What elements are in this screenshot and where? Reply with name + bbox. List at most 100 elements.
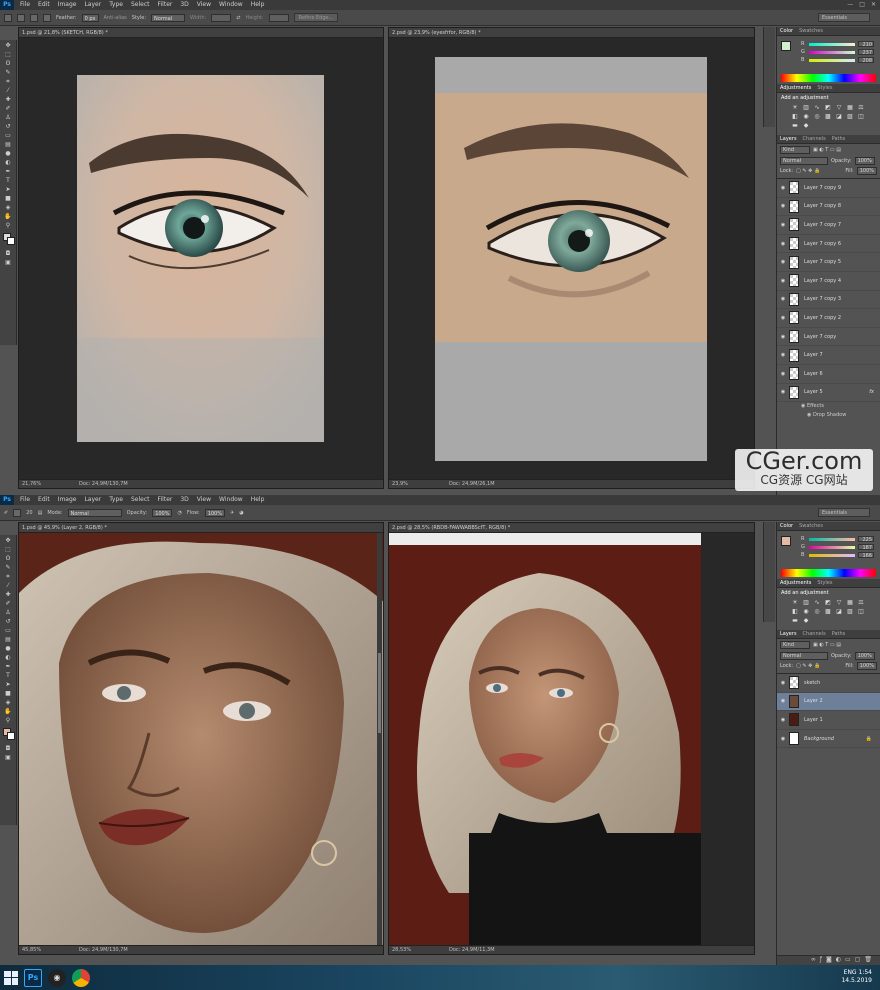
tab-adjustments[interactable]: Adjustments: [780, 579, 811, 587]
layer-row[interactable]: ◉ Layer 7 copy 6: [777, 235, 880, 254]
tab-channels[interactable]: Channels: [803, 135, 826, 143]
shape-tool-icon[interactable]: ■: [4, 195, 13, 202]
fx-icon[interactable]: fx: [869, 389, 874, 395]
menu-window[interactable]: Window: [219, 495, 243, 505]
antialias-checkbox[interactable]: Anti-alias: [104, 15, 127, 21]
zoom-level[interactable]: 23,9%: [392, 481, 408, 487]
style-select[interactable]: Normal: [151, 13, 186, 22]
move-tool-icon[interactable]: ✥: [4, 42, 13, 49]
screen-mode-icon[interactable]: ▣: [4, 754, 13, 761]
channel-mixer-icon[interactable]: ◎: [813, 114, 821, 120]
eraser-icon[interactable]: ▭: [4, 627, 13, 634]
tab-styles[interactable]: Styles: [817, 84, 832, 92]
eye-icon[interactable]: ◉: [777, 334, 789, 340]
document-tab[interactable]: 1.psd @ 21,8% (SKETCH, RGB/8) *: [19, 28, 383, 38]
path-select-icon[interactable]: ➤: [4, 186, 13, 193]
type-tool-icon[interactable]: T: [4, 672, 13, 679]
fill-input[interactable]: 100%: [856, 662, 877, 670]
brush-size[interactable]: 20: [26, 510, 32, 516]
menu-layer[interactable]: Layer: [84, 495, 101, 505]
dodge-tool-icon[interactable]: ◐: [4, 159, 13, 166]
zoom-level[interactable]: 28,53%: [392, 947, 411, 953]
portrait-photo-canvas[interactable]: [389, 533, 754, 945]
menu-file[interactable]: File: [20, 495, 30, 505]
canvas-area[interactable]: [19, 38, 383, 479]
vibrance-icon[interactable]: ▽: [835, 105, 843, 111]
eye-icon[interactable]: ◉: [777, 278, 789, 284]
menu-3d[interactable]: 3D: [180, 0, 188, 10]
kind-filter[interactable]: Kind: [780, 641, 810, 649]
screen-mode-icon[interactable]: ▣: [4, 259, 13, 266]
effects-row[interactable]: ◉ Effects: [777, 402, 880, 411]
blend-mode-select[interactable]: Normal: [780, 652, 828, 660]
healing-brush-icon[interactable]: ✚: [4, 591, 13, 598]
lookup-icon[interactable]: ▩: [824, 609, 832, 615]
kind-filter[interactable]: Kind: [780, 146, 810, 154]
obs-icon[interactable]: ◉: [48, 968, 66, 987]
layer-row[interactable]: ◉ Layer 7 copy 7: [777, 216, 880, 235]
chrome-icon[interactable]: [72, 968, 90, 987]
layer-row[interactable]: ◉ Background 🔒: [777, 730, 880, 749]
threshold-icon[interactable]: ◫: [857, 609, 865, 615]
new-selection-icon[interactable]: [17, 13, 25, 22]
pressure-opacity-icon[interactable]: ◔: [177, 510, 181, 516]
menu-type[interactable]: Type: [109, 0, 123, 10]
blend-mode-select[interactable]: Normal: [780, 157, 828, 165]
tab-paths[interactable]: Paths: [832, 630, 846, 638]
blue-value[interactable]: 166: [858, 552, 874, 559]
flow-input[interactable]: 100%: [204, 508, 225, 517]
channel-mixer-icon[interactable]: ◎: [813, 609, 821, 615]
menu-help[interactable]: Help: [251, 495, 265, 505]
hand-tool-icon[interactable]: ✋: [4, 708, 13, 715]
layer-row-selected[interactable]: ◉ Layer 2: [777, 692, 880, 712]
pressure-size-icon[interactable]: ◕: [239, 510, 243, 516]
3d-tool-icon[interactable]: ◈: [4, 204, 13, 211]
maximize-icon[interactable]: □: [859, 0, 865, 10]
menu-type[interactable]: Type: [109, 495, 123, 505]
canvas-area[interactable]: [389, 533, 754, 945]
tab-swatches[interactable]: Swatches: [799, 522, 823, 530]
document-tab[interactable]: 2.psd @ 23,9% (eyesfrfor, RGB/8) *: [389, 28, 754, 38]
workspace-select[interactable]: Essentials: [818, 13, 870, 22]
menu-file[interactable]: File: [20, 0, 30, 10]
crop-tool-icon[interactable]: ⌗: [4, 78, 13, 85]
eye-icon[interactable]: ◉: [777, 698, 789, 704]
layer-row[interactable]: ◉ Layer 7 copy 3: [777, 291, 880, 310]
marquee-tool-icon[interactable]: [4, 13, 12, 22]
eye-icon[interactable]: ◉: [777, 389, 789, 395]
height-input[interactable]: [268, 13, 289, 22]
eye-icon[interactable]: ◉: [777, 203, 789, 209]
swap-icon[interactable]: ⇄: [236, 15, 240, 21]
green-value[interactable]: 237: [858, 49, 874, 56]
layer-row[interactable]: ◉ Layer 6: [777, 365, 880, 384]
brush-preset-picker[interactable]: [13, 508, 22, 517]
tab-channels[interactable]: Channels: [803, 630, 826, 638]
quick-mask-icon[interactable]: ◘: [4, 250, 13, 257]
document-tab[interactable]: 2.psd @ 28,5% (RBDB-FAWWABBScfT, RGB/8) …: [389, 523, 754, 533]
workspace-select[interactable]: Essentials: [818, 508, 870, 517]
clone-stamp-icon[interactable]: ♙: [4, 609, 13, 616]
green-value[interactable]: 187: [858, 544, 874, 551]
red-value[interactable]: 225: [858, 536, 874, 543]
layer-row[interactable]: ◉ Layer 7 copy 5: [777, 253, 880, 272]
tab-paths[interactable]: Paths: [832, 135, 846, 143]
opacity-input[interactable]: 100%: [854, 652, 875, 660]
vertical-scrollbar[interactable]: [377, 533, 382, 945]
menu-layer[interactable]: Layer: [84, 0, 101, 10]
eye-icon[interactable]: ◉: [777, 222, 789, 228]
menu-select[interactable]: Select: [131, 495, 150, 505]
eye-icon[interactable]: ◉: [777, 736, 789, 742]
3d-tool-icon[interactable]: ◈: [4, 699, 13, 706]
lock-icons[interactable]: ▢ ✎ ✥ 🔒: [796, 663, 820, 669]
gradient-tool-icon[interactable]: ▤: [4, 141, 13, 148]
portrait-painting-canvas[interactable]: [19, 533, 383, 945]
eye-icon[interactable]: ◉: [777, 259, 789, 265]
eraser-icon[interactable]: ▭: [4, 132, 13, 139]
document-tab[interactable]: 1.psd @ 45,9% (Layer 2, RGB/8) *: [19, 523, 383, 533]
airbrush-icon[interactable]: ✈: [230, 510, 234, 516]
minimize-icon[interactable]: —: [847, 0, 853, 10]
tab-layers[interactable]: Layers: [780, 135, 797, 143]
shape-tool-icon[interactable]: ■: [4, 690, 13, 697]
photo-filter-icon[interactable]: ◉: [802, 609, 810, 615]
dodge-tool-icon[interactable]: ◐: [4, 654, 13, 661]
